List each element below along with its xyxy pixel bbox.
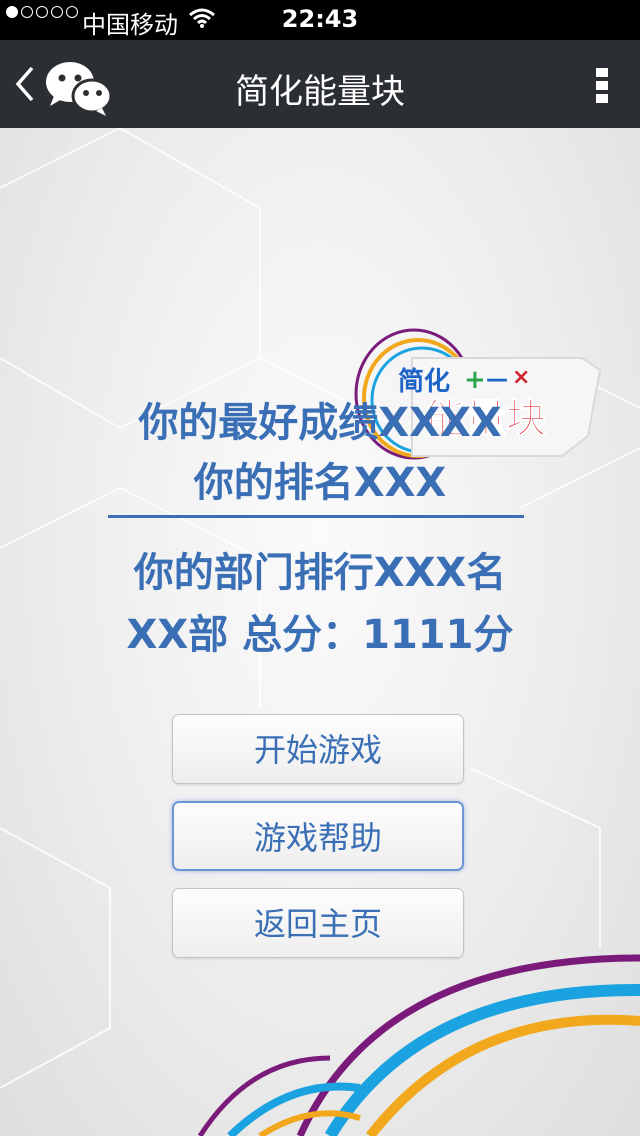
status-time: 22:43 (281, 5, 359, 33)
start-game-button[interactable]: 开始游戏 (172, 714, 464, 784)
svg-text:—: — (486, 367, 508, 392)
page-title: 简化能量块 (235, 72, 405, 112)
best-score-text: 你的最好成绩XXXX (138, 400, 502, 446)
status-bar: 中国移动 22:43 (0, 0, 640, 40)
game-help-button[interactable]: 游戏帮助 (172, 801, 464, 871)
department-rank-text: 你的部门排行XXX名 (133, 550, 507, 596)
department-total-text: XX部 总分：1111分 (126, 612, 514, 658)
rank-text: 你的排名XXX (193, 460, 447, 506)
return-home-button[interactable]: 返回主页 (172, 888, 464, 958)
more-vertical-icon[interactable] (592, 68, 612, 108)
main-content: 简化 + — × 能量块 你的最好成绩XXXX 你的排名XXX 你的部门排行XX… (0, 128, 640, 1136)
nav-bar: 简化能量块 (0, 40, 640, 128)
svg-text:×: × (512, 365, 530, 390)
score-divider (108, 515, 524, 518)
